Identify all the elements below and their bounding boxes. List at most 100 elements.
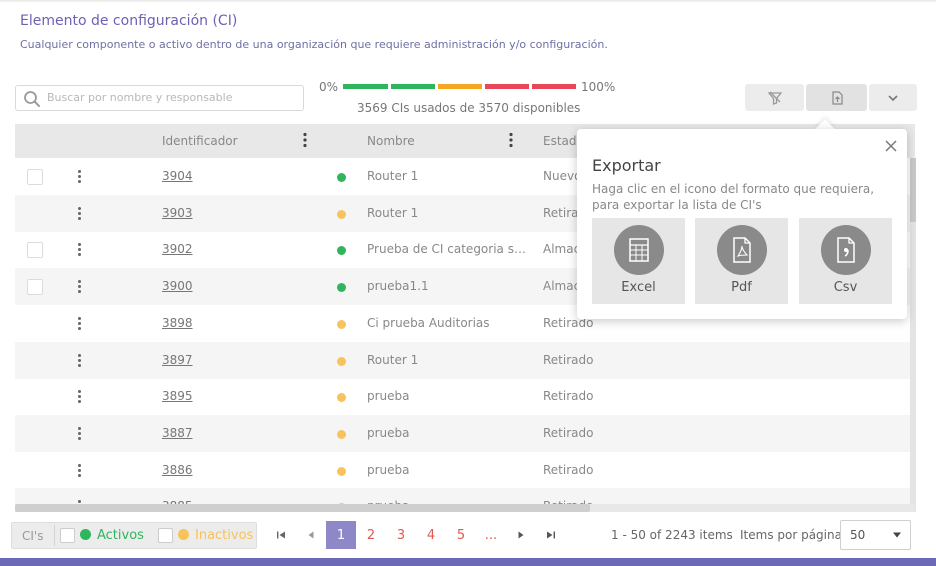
usage-segment: [532, 84, 576, 89]
ci-name: prueba: [367, 389, 410, 404]
page-title: Elemento de configuración (CI): [20, 13, 238, 29]
legend-title: CI's: [22, 529, 44, 543]
excel-file-icon: [614, 225, 664, 275]
row-menu-icon[interactable]: [75, 169, 83, 185]
row-menu-icon[interactable]: [75, 206, 83, 222]
format-label: Pdf: [731, 280, 752, 295]
ci-id-link[interactable]: 3898: [162, 316, 193, 330]
page-number[interactable]: 1: [326, 521, 356, 549]
items-per-page-value: 50: [850, 528, 866, 542]
previous-page-button[interactable]: [301, 523, 321, 547]
column-header-nombre[interactable]: Nombre: [367, 134, 415, 148]
usage-segment: [343, 84, 388, 89]
status-dot: [337, 173, 346, 182]
pdf-file-icon: [717, 225, 767, 275]
ci-state: Nuevo: [543, 169, 582, 183]
ci-id-link[interactable]: 3904: [162, 169, 193, 183]
row-menu-icon[interactable]: [75, 316, 83, 332]
column-menu-icon[interactable]: [302, 132, 308, 148]
usage-segment: [438, 84, 482, 89]
items-per-page-select[interactable]: 50: [840, 520, 911, 550]
usage-text: 3569 CIs usados de 3570 disponibles: [357, 101, 581, 115]
last-page-icon: [547, 531, 555, 539]
status-dot: [337, 209, 346, 219]
ci-id-link[interactable]: 3895: [162, 389, 193, 403]
top-edge: [0, 0, 936, 3]
csv-file-icon: [821, 225, 871, 275]
page-number[interactable]: 5: [446, 521, 476, 549]
search-icon: [24, 91, 40, 107]
first-page-icon: [277, 531, 285, 539]
export-button[interactable]: [806, 84, 867, 111]
page-number[interactable]: 4: [416, 521, 446, 549]
search-input[interactable]: [47, 89, 292, 106]
vertical-scroll-thumb[interactable]: [910, 158, 916, 222]
ci-name: Router 1: [367, 352, 419, 367]
ci-name: prueba1.1: [367, 279, 429, 294]
page-number[interactable]: 3: [386, 521, 416, 549]
row-menu-icon[interactable]: [75, 463, 83, 479]
first-page-button[interactable]: [271, 523, 291, 547]
status-legend: CI's Activos Inactivos: [11, 522, 257, 549]
row-menu-icon[interactable]: [75, 279, 83, 295]
row-menu-icon[interactable]: [75, 426, 83, 442]
bottom-accent-bar: [0, 558, 936, 566]
ci-name: Ci prueba Auditorias: [367, 315, 490, 330]
status-dot: [337, 429, 346, 439]
ci-id-link[interactable]: 3902: [162, 242, 193, 256]
column-header-identificador[interactable]: Identificador: [162, 134, 238, 148]
inactive-legend-label: Inactivos: [195, 528, 254, 543]
next-page-button[interactable]: [511, 523, 531, 547]
export-pdf-button[interactable]: Pdf: [695, 218, 788, 304]
ci-name: prueba: [367, 462, 410, 477]
ci-state: Retirado: [543, 462, 594, 477]
row-menu-icon[interactable]: [75, 353, 83, 369]
ci-state: Retirado: [543, 425, 594, 440]
search-box[interactable]: [15, 85, 304, 111]
ci-id-link[interactable]: 3897: [162, 353, 193, 367]
row-menu-icon[interactable]: [75, 389, 83, 405]
last-page-button[interactable]: [541, 523, 561, 547]
more-options-button[interactable]: [869, 84, 917, 111]
table-row[interactable]: 3897 Router 1 Retirado: [15, 341, 915, 379]
horizontal-scroll-thumb[interactable]: [15, 504, 590, 512]
row-menu-icon[interactable]: [75, 242, 83, 258]
items-per-page-label: Items por página: [740, 528, 842, 542]
ci-id-link[interactable]: 3887: [162, 426, 193, 440]
export-description: Haga clic en el icono del formato que re…: [592, 182, 875, 212]
ci-name: Prueba de CI categoria si...: [367, 242, 527, 257]
export-popover: Exportar Haga clic en el icono del forma…: [577, 129, 907, 319]
ci-id-link[interactable]: 3886: [162, 463, 193, 477]
ci-state: Retirado: [543, 352, 594, 367]
column-menu-icon[interactable]: [508, 132, 514, 148]
chevron-down-icon: [893, 532, 901, 538]
legend-divider: [54, 525, 55, 546]
row-checkbox[interactable]: [27, 242, 43, 259]
row-checkbox[interactable]: [27, 169, 43, 185]
export-title: Exportar: [592, 156, 661, 175]
ci-id-link[interactable]: 3903: [162, 206, 193, 220]
ci-id-link[interactable]: 3900: [162, 279, 193, 293]
row-checkbox[interactable]: [27, 279, 43, 296]
clear-filter-button[interactable]: [745, 84, 804, 111]
active-filter-checkbox[interactable]: [60, 528, 75, 543]
page-subtitle: Cualquier componente o activo dentro de …: [20, 38, 608, 51]
inactive-filter-checkbox[interactable]: [158, 528, 173, 543]
page-number[interactable]: 2: [356, 521, 386, 549]
status-dot: [337, 283, 346, 293]
table-row[interactable]: 3886 prueba Retirado: [15, 452, 915, 489]
table-row[interactable]: 3887 prueba Retirado: [15, 414, 915, 452]
format-label: Csv: [833, 280, 858, 295]
export-csv-button[interactable]: Csv: [799, 218, 892, 304]
export-excel-button[interactable]: Excel: [592, 218, 685, 304]
status-dot: [337, 246, 346, 256]
usage-min-label: 0%: [319, 80, 339, 94]
page-ellipsis[interactable]: ...: [476, 521, 506, 549]
table-row[interactable]: 3895 prueba Retirado: [15, 378, 915, 415]
format-label: Excel: [621, 280, 656, 295]
status-dot: [337, 356, 346, 366]
close-icon[interactable]: [885, 137, 897, 156]
filter-off-icon: [767, 91, 782, 105]
ci-state: Retirado: [543, 389, 594, 404]
items-summary: 1 - 50 of 2243 items: [611, 528, 733, 542]
